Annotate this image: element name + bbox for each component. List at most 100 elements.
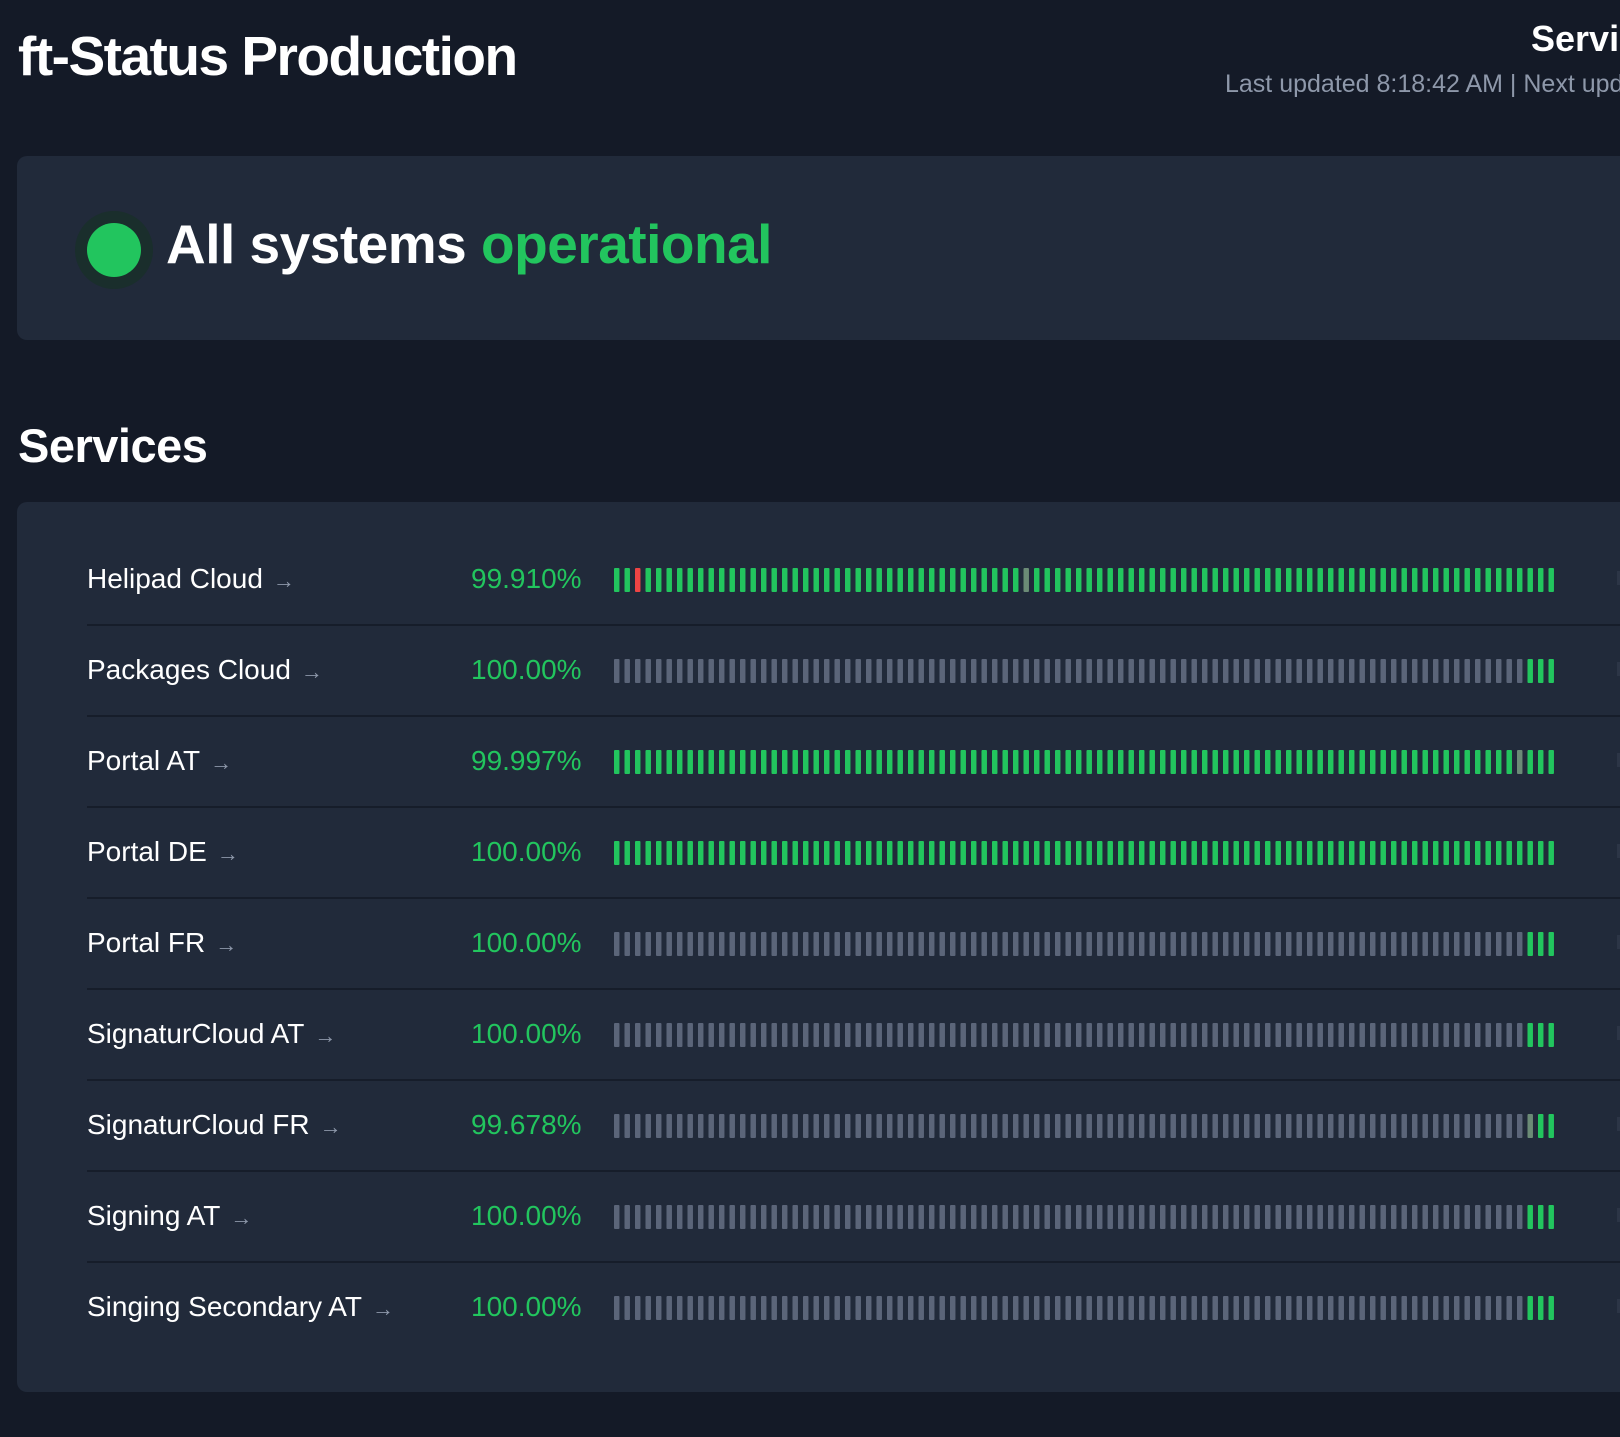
uptime-day-bar-operational[interactable] (614, 841, 620, 865)
uptime-day-bar-operational[interactable] (1086, 750, 1092, 774)
uptime-day-bar-operational[interactable] (1422, 750, 1428, 774)
uptime-day-bar-no-data[interactable] (1349, 1205, 1355, 1229)
uptime-day-bar-operational[interactable] (824, 841, 830, 865)
uptime-day-bar-operational[interactable] (645, 568, 651, 592)
uptime-day-bar-operational[interactable] (1496, 841, 1502, 865)
uptime-day-bar-operational[interactable] (1170, 568, 1176, 592)
uptime-day-bar-operational[interactable] (971, 750, 977, 774)
uptime-day-bar-no-data[interactable] (1412, 932, 1418, 956)
uptime-day-bar-operational[interactable] (1538, 841, 1544, 865)
uptime-day-bar-no-data[interactable] (971, 932, 977, 956)
uptime-day-bar-no-data[interactable] (614, 1023, 620, 1047)
uptime-day-bar-no-data[interactable] (1139, 1114, 1145, 1138)
uptime-day-bar-no-data[interactable] (1202, 1114, 1208, 1138)
uptime-day-bar-no-data[interactable] (1485, 932, 1491, 956)
uptime-day-bar-no-data[interactable] (855, 1296, 861, 1320)
service-link[interactable]: Portal FR → (87, 897, 237, 988)
uptime-day-bar-no-data[interactable] (1118, 1114, 1124, 1138)
uptime-day-bar-operational[interactable] (1139, 841, 1145, 865)
uptime-day-bar-no-data[interactable] (1506, 932, 1512, 956)
uptime-day-bar-operational[interactable] (645, 841, 651, 865)
uptime-day-bar-no-data[interactable] (771, 932, 777, 956)
uptime-day-bar-operational[interactable] (897, 841, 903, 865)
uptime-day-bar-no-data[interactable] (708, 1114, 714, 1138)
uptime-day-bar-no-data[interactable] (1517, 659, 1523, 683)
uptime-day-bar-operational[interactable] (834, 841, 840, 865)
uptime-day-bar-operational[interactable] (1391, 841, 1397, 865)
uptime-day-bar-no-data[interactable] (1212, 1205, 1218, 1229)
uptime-day-bar-operational[interactable] (1370, 568, 1376, 592)
uptime-day-bar-degraded[interactable] (1517, 750, 1523, 774)
uptime-day-bar-no-data[interactable] (1160, 1205, 1166, 1229)
uptime-day-bar-operational[interactable] (761, 568, 767, 592)
uptime-day-bar-no-data[interactable] (1065, 1296, 1071, 1320)
uptime-day-bar-operational[interactable] (866, 568, 872, 592)
uptime-day-bar-no-data[interactable] (782, 659, 788, 683)
uptime-day-bar-no-data[interactable] (740, 1296, 746, 1320)
uptime-day-bar-no-data[interactable] (1202, 1296, 1208, 1320)
uptime-day-bar-no-data[interactable] (1328, 1296, 1334, 1320)
uptime-day-bar-no-data[interactable] (1422, 1114, 1428, 1138)
uptime-day-bar-operational[interactable] (1527, 659, 1533, 683)
uptime-day-bar-operational[interactable] (1254, 841, 1260, 865)
uptime-day-bar-no-data[interactable] (1391, 1114, 1397, 1138)
uptime-day-bar-no-data[interactable] (1307, 1296, 1313, 1320)
uptime-day-bar-operational[interactable] (1464, 750, 1470, 774)
uptime-day-bar-no-data[interactable] (1097, 1023, 1103, 1047)
uptime-day-bar-no-data[interactable] (929, 659, 935, 683)
uptime-day-bar-no-data[interactable] (1433, 1205, 1439, 1229)
uptime-day-bar-operational[interactable] (1328, 841, 1334, 865)
uptime-day-bar-no-data[interactable] (1170, 1296, 1176, 1320)
uptime-day-bar-no-data[interactable] (1380, 659, 1386, 683)
uptime-day-bar-operational[interactable] (1349, 750, 1355, 774)
uptime-day-bar-operational[interactable] (1076, 750, 1082, 774)
uptime-day-bar-no-data[interactable] (918, 1205, 924, 1229)
uptime-day-bar-no-data[interactable] (845, 932, 851, 956)
uptime-day-bar-operational[interactable] (929, 568, 935, 592)
uptime-day-bar-no-data[interactable] (855, 932, 861, 956)
uptime-day-bar-no-data[interactable] (1317, 1296, 1323, 1320)
uptime-day-bar-no-data[interactable] (845, 1296, 851, 1320)
uptime-day-bar-operational[interactable] (750, 568, 756, 592)
uptime-day-bar-no-data[interactable] (971, 1023, 977, 1047)
uptime-day-bar-no-data[interactable] (1212, 1114, 1218, 1138)
uptime-day-bar-no-data[interactable] (1422, 659, 1428, 683)
uptime-day-bar-operational[interactable] (1065, 568, 1071, 592)
uptime-day-bar-no-data[interactable] (918, 1114, 924, 1138)
uptime-day-bar-no-data[interactable] (1118, 932, 1124, 956)
uptime-day-bar-no-data[interactable] (792, 1023, 798, 1047)
uptime-day-bar-operational[interactable] (1307, 568, 1313, 592)
uptime-day-bar-no-data[interactable] (1496, 932, 1502, 956)
uptime-day-bar-no-data[interactable] (1107, 1023, 1113, 1047)
uptime-day-bar-no-data[interactable] (1296, 1205, 1302, 1229)
uptime-day-bar-no-data[interactable] (1464, 1296, 1470, 1320)
uptime-day-bar-no-data[interactable] (1097, 1296, 1103, 1320)
uptime-day-bar-no-data[interactable] (729, 1023, 735, 1047)
uptime-day-bar-no-data[interactable] (1023, 1296, 1029, 1320)
uptime-day-bar-operational[interactable] (1401, 841, 1407, 865)
uptime-day-bar-no-data[interactable] (1412, 659, 1418, 683)
uptime-day-bar-no-data[interactable] (1370, 1023, 1376, 1047)
uptime-day-bar-no-data[interactable] (1044, 1205, 1050, 1229)
uptime-day-bar-no-data[interactable] (1118, 1296, 1124, 1320)
uptime-day-bar-no-data[interactable] (1412, 1023, 1418, 1047)
uptime-day-bar-no-data[interactable] (1065, 1023, 1071, 1047)
uptime-day-bar-no-data[interactable] (1443, 1205, 1449, 1229)
uptime-day-bar-operational[interactable] (1296, 568, 1302, 592)
uptime-day-bar-operational[interactable] (1139, 750, 1145, 774)
uptime-day-bar-no-data[interactable] (1086, 1205, 1092, 1229)
uptime-day-bar-operational[interactable] (1317, 841, 1323, 865)
uptime-day-bar-no-data[interactable] (1202, 1023, 1208, 1047)
uptime-day-bar-no-data[interactable] (1055, 1205, 1061, 1229)
uptime-day-bar-no-data[interactable] (866, 1023, 872, 1047)
uptime-day-bar-operational[interactable] (908, 568, 914, 592)
uptime-day-bar-no-data[interactable] (897, 1296, 903, 1320)
uptime-day-bar-operational[interactable] (803, 750, 809, 774)
uptime-day-bar-no-data[interactable] (1506, 659, 1512, 683)
uptime-day-bar-no-data[interactable] (750, 1296, 756, 1320)
uptime-day-bar-no-data[interactable] (1128, 1114, 1134, 1138)
uptime-day-bar-no-data[interactable] (1202, 659, 1208, 683)
uptime-day-bar-no-data[interactable] (1212, 1296, 1218, 1320)
uptime-day-bar-operational[interactable] (1527, 932, 1533, 956)
uptime-day-bar-no-data[interactable] (1055, 1114, 1061, 1138)
